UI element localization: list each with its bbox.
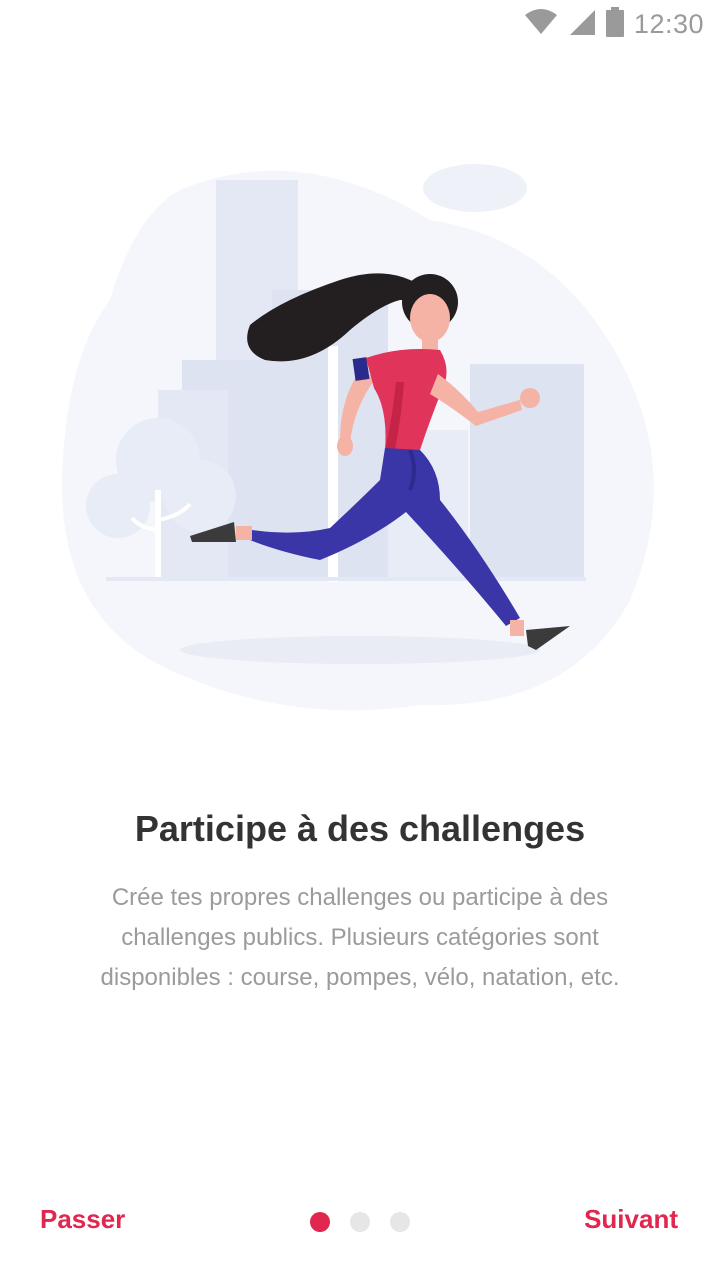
status-icons: 12:30 xyxy=(524,6,704,42)
onboarding-navigation: Passer Suivant xyxy=(0,1190,720,1254)
head xyxy=(410,294,450,342)
status-time: 12:30 xyxy=(633,8,704,39)
tree xyxy=(86,474,150,538)
page-indicator-dot-active xyxy=(310,1212,330,1232)
tree xyxy=(164,460,236,532)
cell-signal-icon xyxy=(568,8,596,41)
page-indicator-dot xyxy=(390,1212,410,1232)
status-bar: 12:30 xyxy=(0,0,720,48)
tree xyxy=(155,490,161,580)
onboarding-description: Crée tes propres challenges ou participe… xyxy=(100,884,620,991)
onboarding-title: Participe à des challenges xyxy=(134,808,586,849)
small-cloud xyxy=(423,164,527,212)
battery-icon xyxy=(605,6,624,42)
page-indicator-dot xyxy=(350,1212,370,1232)
wifi-icon xyxy=(524,8,558,40)
next-button[interactable]: Suivant xyxy=(584,1200,678,1239)
running-woman-illustration xyxy=(40,150,680,720)
